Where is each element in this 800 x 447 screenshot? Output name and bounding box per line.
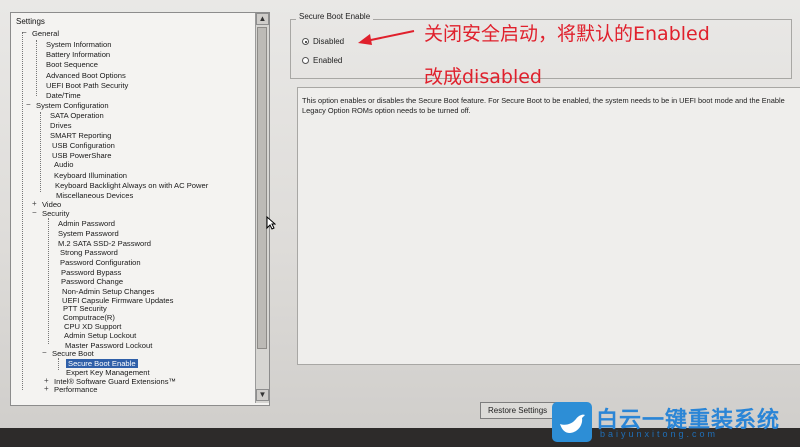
tree-guide-line: [36, 40, 37, 96]
tree-item-system-password[interactable]: System Password: [58, 229, 119, 238]
tree-item-password-configuration[interactable]: Password Configuration: [60, 258, 141, 267]
tree-scrollbar[interactable]: ▲ ▼: [255, 13, 269, 403]
tree-item-keyboard-illumination[interactable]: Keyboard Illumination: [54, 171, 127, 180]
red-arrow-icon: [358, 30, 415, 45]
tree-item-admin-password[interactable]: Admin Password: [58, 219, 115, 228]
radio-checked-icon[interactable]: [302, 38, 309, 45]
scroll-up-icon[interactable]: ▲: [256, 13, 269, 25]
tree-guide-line: [22, 32, 23, 390]
tree-item-password-change[interactable]: Password Change: [61, 277, 123, 286]
radio-disabled[interactable]: Disabled: [302, 37, 344, 46]
tree-item-ptt-security[interactable]: PTT Security: [63, 304, 107, 313]
tree-item-non-admin-setup-changes[interactable]: Non-Admin Setup Changes: [62, 287, 154, 296]
tree-item-audio[interactable]: Audio: [54, 160, 73, 169]
tree-item-security[interactable]: Security: [32, 208, 70, 218]
tree-item-m-2-sata-ssd-2-password[interactable]: M.2 SATA SSD-2 Password: [58, 239, 151, 248]
tree-item-cpu-xd-support[interactable]: CPU XD Support: [64, 322, 121, 331]
bird-logo-icon: [552, 402, 592, 442]
tree-item-strong-password[interactable]: Strong Password: [60, 248, 118, 257]
tree-item-battery-information[interactable]: Battery Information: [46, 50, 110, 59]
radio-enabled-label: Enabled: [313, 56, 343, 65]
tree-item-secure-boot-enable[interactable]: Secure Boot Enable: [66, 359, 138, 368]
watermark-url: baiyunxitong.com: [600, 429, 719, 439]
tree-item-performance[interactable]: Performance: [44, 384, 98, 394]
annotation-line-1: 关闭安全启动，将默认的Enabled: [424, 23, 710, 45]
tree-item-usb-configuration[interactable]: USB Configuration: [52, 141, 115, 150]
tree-item-sata-operation[interactable]: SATA Operation: [50, 111, 104, 120]
tree-item-expert-key-management[interactable]: Expert Key Management: [66, 368, 150, 377]
tree-item-video[interactable]: Video: [32, 199, 61, 209]
tree-guide-line: [40, 112, 41, 192]
tree-guide-line: [58, 358, 59, 370]
tree-item-secure-boot[interactable]: Secure Boot: [42, 348, 94, 358]
annotation-line-2: 改成disabled: [424, 66, 542, 88]
settings-tree-title: Settings: [16, 17, 45, 26]
tree-item-advanced-boot-options[interactable]: Advanced Boot Options: [46, 71, 126, 80]
tree-guide-line: [48, 218, 49, 344]
scroll-down-icon[interactable]: ▼: [256, 389, 269, 401]
tree-item-admin-setup-lockout[interactable]: Admin Setup Lockout: [64, 331, 136, 340]
tree-item-boot-sequence[interactable]: Boot Sequence: [46, 60, 98, 69]
tree-item-uefi-boot-path-security[interactable]: UEFI Boot Path Security: [46, 81, 128, 90]
scroll-thumb[interactable]: [257, 27, 267, 349]
radio-enabled[interactable]: Enabled: [302, 56, 342, 65]
radio-disabled-label: Disabled: [313, 37, 345, 46]
mouse-cursor-icon: [266, 216, 276, 230]
tree-item-computrace-r[interactable]: Computrace(R): [63, 313, 115, 322]
tree-item-system-information[interactable]: System Information: [46, 40, 111, 49]
tree-item-date-time[interactable]: Date/Time: [46, 91, 81, 100]
radio-unchecked-icon[interactable]: [302, 57, 309, 64]
tree-item-miscellaneous-devices[interactable]: Miscellaneous Devices: [56, 191, 133, 200]
tree-item-usb-powershare[interactable]: USB PowerShare: [52, 151, 112, 160]
restore-settings-button[interactable]: Restore Settings: [480, 402, 560, 419]
description-box: [297, 87, 800, 365]
tree-item-system-configuration[interactable]: System Configuration: [26, 100, 109, 110]
tree-item-smart-reporting[interactable]: SMART Reporting: [50, 131, 111, 140]
group-title: Secure Boot Enable: [296, 12, 374, 21]
tree-item-password-bypass[interactable]: Password Bypass: [61, 268, 121, 277]
description-text: This option enables or disables the Secu…: [302, 96, 785, 115]
tree-item-general[interactable]: General: [22, 28, 59, 38]
tree-item-keyboard-backlight-always-on-with-ac-power[interactable]: Keyboard Backlight Always on with AC Pow…: [55, 181, 208, 190]
tree-item-drives[interactable]: Drives: [50, 121, 72, 130]
